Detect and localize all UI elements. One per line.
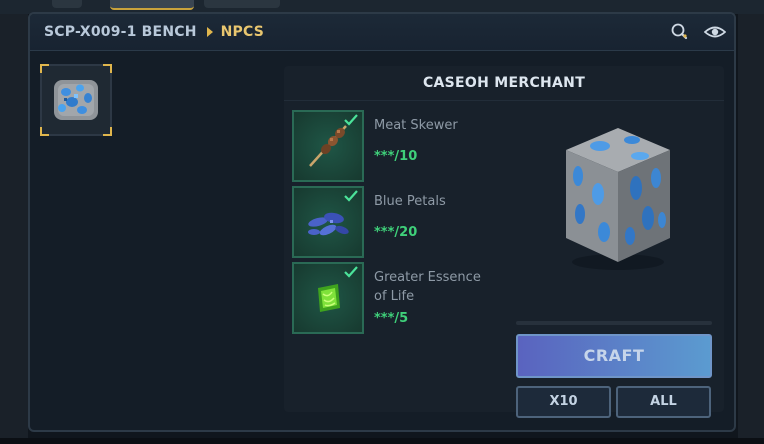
window-header: SCP-X009-1 BENCH NPCS [30, 14, 734, 51]
slot-corner [103, 127, 112, 136]
ingredient-row[interactable]: Meat Skewer ***/10 [292, 110, 522, 182]
background-tab-active[interactable] [110, 0, 194, 10]
ingredient-row[interactable]: Greater Essence of Life ***/5 [292, 262, 522, 334]
search-icon[interactable] [670, 23, 690, 41]
background-tab[interactable] [204, 0, 280, 8]
checkmark-icon [344, 190, 358, 202]
blue-spotted-ore-block-icon [54, 80, 98, 120]
checkmark-icon [344, 114, 358, 126]
ingredient-slot[interactable] [292, 262, 364, 334]
background-left [0, 14, 28, 444]
craft-all-button[interactable]: ALL [616, 386, 711, 418]
ingredient-name: Meat Skewer [374, 118, 458, 133]
ingredient-quantity: ***/20 [374, 225, 418, 240]
craft-progress-bar [516, 321, 712, 325]
ingredient-name: Greater Essence of Life [374, 270, 481, 304]
ingredient-row[interactable]: Blue Petals ***/20 [292, 186, 522, 258]
blue-petals-icon [308, 212, 349, 236]
selected-item-slot[interactable] [40, 64, 112, 136]
ingredient-name: Blue Petals [374, 194, 446, 209]
craft-x10-button[interactable]: X10 [516, 386, 611, 418]
slot-corner [40, 127, 49, 136]
ingredient-slot[interactable] [292, 110, 364, 182]
recipe-title: CASEOH MERCHANT [284, 66, 724, 101]
crafting-window: SCP-X009-1 BENCH NPCS CASEOH MERCHANT Me… [28, 12, 736, 432]
craft-button[interactable]: CRAFT [516, 334, 712, 378]
slot-corner [103, 64, 112, 73]
background-right [738, 14, 764, 444]
ingredient-quantity: ***/10 [374, 149, 418, 164]
ingredient-slot[interactable] [292, 186, 364, 258]
checkmark-icon [344, 266, 358, 278]
eye-icon[interactable] [703, 23, 727, 41]
breadcrumb-root[interactable]: SCP-X009-1 BENCH [44, 24, 197, 40]
recipe-panel: CASEOH MERCHANT Meat Skewer ***/10 Blue … [284, 66, 724, 418]
blue-spotted-ore-block-icon [566, 128, 670, 270]
background-bottom [0, 438, 764, 444]
meat-skewer-icon [309, 125, 347, 167]
breadcrumb-current: NPCS [220, 24, 265, 40]
essence-of-life-icon [318, 284, 340, 312]
ingredient-quantity: ***/5 [374, 311, 409, 326]
breadcrumb-arrow-icon [206, 27, 213, 37]
background-tab[interactable] [52, 0, 82, 8]
